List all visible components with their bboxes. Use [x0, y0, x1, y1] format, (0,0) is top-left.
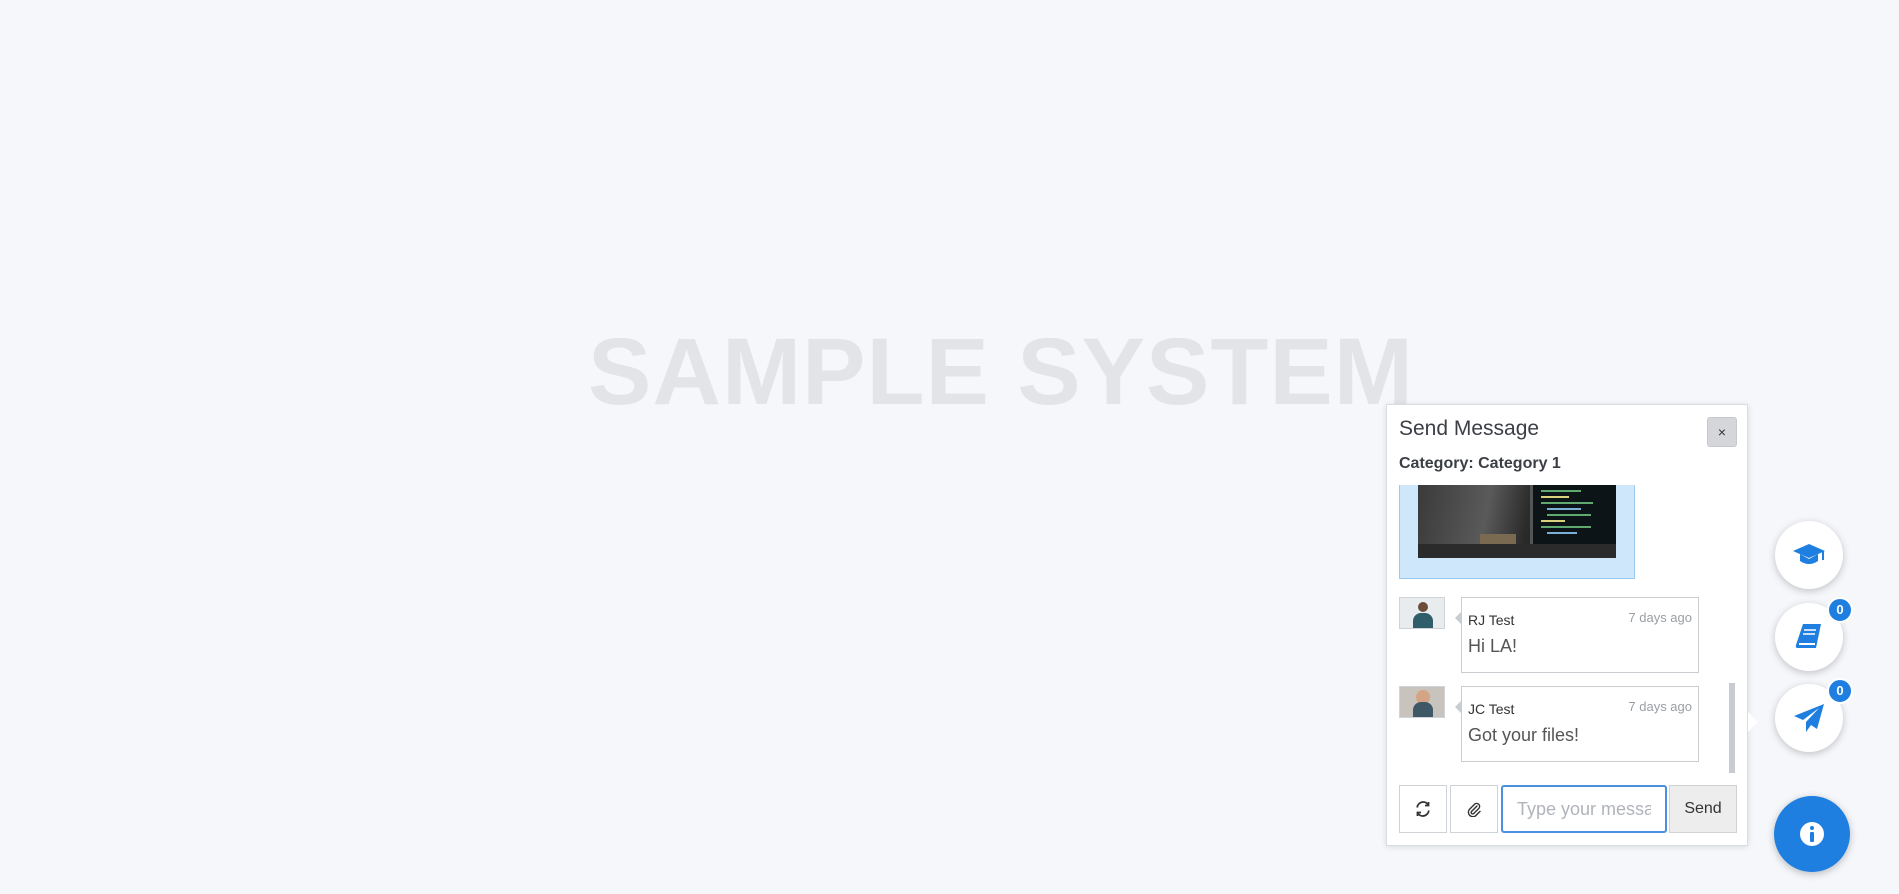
book-icon	[1795, 624, 1821, 648]
message-sender: RJ Test	[1468, 612, 1515, 628]
attachment-image[interactable]	[1418, 485, 1616, 558]
sample-system-watermark: SAMPLE SYSTEM	[588, 319, 1414, 425]
messages-button[interactable]: 0	[1775, 678, 1853, 752]
panel-title: Send Message	[1399, 417, 1540, 440]
category-label: Category: Category 1	[1399, 455, 1561, 472]
paper-plane-icon	[1794, 704, 1824, 732]
message-scrollbar[interactable]	[1729, 683, 1735, 773]
messages-badge: 0	[1827, 678, 1853, 704]
info-icon	[1800, 822, 1824, 846]
message-list[interactable]: RJ Test 7 days ago Hi LA! JC Test 7 days…	[1387, 485, 1747, 779]
refresh-icon	[1416, 801, 1430, 817]
close-button[interactable]: ×	[1707, 417, 1737, 447]
send-button[interactable]: Send	[1669, 785, 1737, 833]
message-time: 7 days ago	[1628, 610, 1692, 625]
refresh-button[interactable]	[1399, 785, 1447, 833]
library-button[interactable]: 0	[1775, 597, 1853, 671]
panel-pointer	[1748, 712, 1758, 732]
attachment-message[interactable]	[1399, 485, 1635, 579]
paperclip-icon	[1467, 802, 1481, 817]
message-text: Hi LA!	[1468, 636, 1518, 656]
message-input-bar: Send	[1399, 785, 1737, 833]
library-badge: 0	[1827, 597, 1853, 623]
message-text: Got your files!	[1468, 725, 1580, 745]
info-button[interactable]	[1774, 796, 1850, 872]
avatar	[1399, 686, 1445, 718]
send-message-panel: Send Message × Category: Category 1 RJ T…	[1386, 404, 1748, 846]
avatar	[1399, 597, 1445, 629]
message-input[interactable]	[1501, 785, 1667, 833]
message-sender: JC Test	[1468, 701, 1515, 717]
courses-button[interactable]	[1775, 521, 1843, 589]
attach-button[interactable]	[1450, 785, 1498, 833]
message-bubble: JC Test 7 days ago Got your files!	[1455, 686, 1699, 762]
message-time: 7 days ago	[1628, 699, 1692, 714]
message-bubble: RJ Test 7 days ago Hi LA!	[1455, 597, 1699, 673]
graduation-cap-icon	[1793, 544, 1825, 564]
